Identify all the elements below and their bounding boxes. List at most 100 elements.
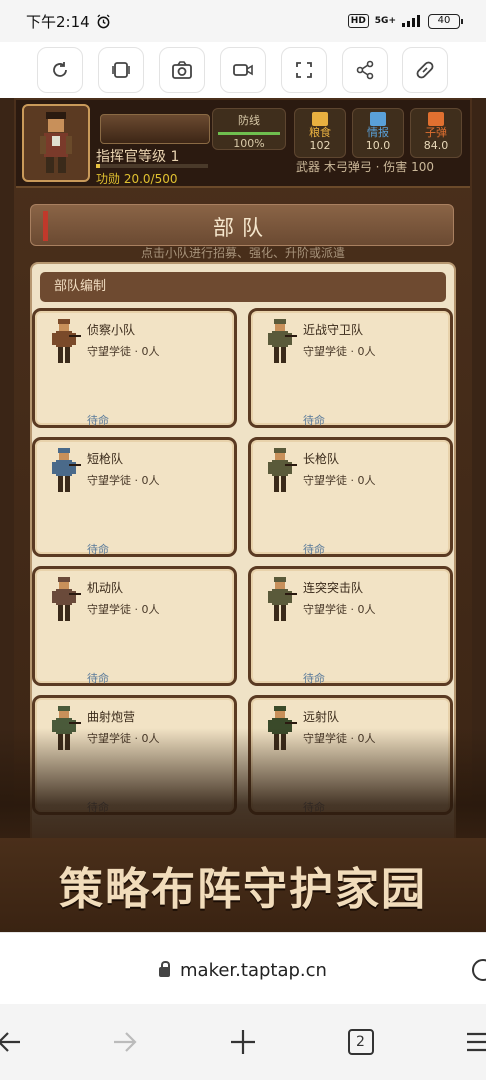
- unit-count: 0人: [357, 345, 376, 358]
- separator-dot: ·: [347, 603, 358, 616]
- share-button[interactable]: [341, 47, 388, 93]
- unit-count: 0人: [357, 603, 376, 616]
- damage-label: 伤害 100: [383, 160, 435, 174]
- resource-label: 粮食: [309, 126, 331, 139]
- unit-status: 待命: [87, 672, 109, 685]
- unit-status: 待命: [87, 414, 109, 427]
- resource-bullets[interactable]: 子弹 84.0: [410, 108, 462, 158]
- merit-progress-bar: [96, 164, 208, 168]
- unit-status: 待命: [87, 543, 109, 556]
- soldier-icon: [268, 448, 297, 492]
- fullscreen-icon: [295, 62, 312, 78]
- unit-name: 近战守卫队: [303, 323, 364, 337]
- promo-slogan: 策略布阵守护家园: [0, 838, 486, 932]
- forward-button[interactable]: [96, 1012, 156, 1072]
- panel-header: 部队编制: [40, 272, 446, 302]
- defense-box: 防线 100%: [212, 108, 286, 150]
- unit-soldier-type: 守望学徒: [87, 603, 131, 616]
- resource-value: 10.0: [365, 139, 391, 152]
- resource-intel[interactable]: 情报 10.0: [352, 108, 404, 158]
- share-icon: [356, 60, 373, 80]
- forward-arrow-icon: [113, 1032, 137, 1052]
- mini-app-toolbar: [0, 42, 486, 98]
- bullet-icon: [428, 112, 444, 126]
- tabs-button[interactable]: 2: [331, 1012, 391, 1072]
- fullscreen-button[interactable]: [280, 47, 327, 93]
- top-hud: 指挥官等级 1 功勋 20.0/500 防线 100% 粮食 102 情报 10…: [16, 100, 470, 188]
- soldier-icon: [268, 577, 297, 621]
- soldier-icon: [52, 319, 81, 363]
- unit-count: 0人: [141, 474, 160, 487]
- commander-level: 指挥官等级 1: [96, 149, 180, 165]
- clock: 下午2:14: [26, 12, 90, 31]
- camera-icon: [172, 61, 193, 79]
- network-label: 5G+: [374, 16, 396, 26]
- refresh-icon: [53, 62, 68, 77]
- defense-value: 100%: [233, 137, 265, 150]
- resource-label: 情报: [367, 126, 389, 139]
- refresh-button[interactable]: [37, 47, 84, 93]
- reload-icon[interactable]: [470, 957, 486, 983]
- separator-dot: ·: [131, 603, 142, 616]
- unit-soldier-type: 守望学徒: [87, 345, 131, 358]
- copy-link-button[interactable]: [402, 47, 449, 93]
- screenshot-button[interactable]: [159, 47, 206, 93]
- unit-count: 0人: [357, 474, 376, 487]
- resource-food[interactable]: 粮食 102: [294, 108, 346, 158]
- commander-portrait-icon: [40, 112, 72, 173]
- menu-button[interactable]: [448, 1012, 486, 1072]
- battery-indicator: 40: [428, 13, 463, 29]
- screen-button[interactable]: [98, 47, 145, 93]
- unit-card[interactable]: 近战守卫队 守望学徒 · 0人 待命: [248, 308, 453, 428]
- soldier-icon: [268, 319, 297, 363]
- unit-card[interactable]: 侦察小队 守望学徒 · 0人 待命: [32, 308, 237, 428]
- status-bar: 下午2:14 HD 5G+ 40: [0, 0, 486, 42]
- unit-name: 长枪队: [303, 452, 340, 466]
- unit-roster: 守望学徒 · 0人: [87, 601, 160, 617]
- commander-banner: [100, 114, 210, 144]
- intel-icon: [370, 112, 386, 126]
- unit-roster: 守望学徒 · 0人: [303, 343, 376, 359]
- browser-nav-bar: 2: [0, 1004, 486, 1080]
- resource-value: 84.0: [423, 139, 449, 152]
- back-button[interactable]: [0, 1012, 38, 1072]
- new-tab-button[interactable]: [213, 1012, 273, 1072]
- unit-name: 短枪队: [87, 452, 124, 466]
- separator-dot: ·: [131, 345, 142, 358]
- unit-count: 0人: [141, 345, 160, 358]
- grain-icon: [312, 112, 328, 126]
- unit-count: 0人: [141, 603, 160, 616]
- unit-card[interactable]: 机动队 守望学徒 · 0人 待命: [32, 566, 237, 686]
- url-text: maker.taptap.cn: [180, 959, 327, 981]
- unit-soldier-type: 守望学徒: [303, 603, 347, 616]
- unit-card[interactable]: 连突突击队 守望学徒 · 0人 待命: [248, 566, 453, 686]
- unit-card[interactable]: 短枪队守望学徒 · 0人 待命: [32, 437, 237, 557]
- record-button[interactable]: [219, 47, 266, 93]
- unit-roster: 守望学徒 · 0人: [87, 472, 160, 488]
- resource-value: 102: [309, 139, 331, 152]
- unit-card[interactable]: 长枪队 守望学徒 · 0人 待命: [248, 437, 453, 557]
- separator-dot: ·: [131, 474, 142, 487]
- unit-roster: 守望学徒 · 0人: [303, 601, 376, 617]
- section-title: 部队: [213, 216, 271, 240]
- unit-name: 侦察小队: [87, 323, 136, 337]
- lock-icon: [159, 961, 171, 977]
- unit-soldier-type: 守望学徒: [303, 474, 347, 487]
- section-title-bar: 部队: [30, 204, 454, 246]
- commander-avatar[interactable]: [22, 104, 90, 182]
- back-arrow-icon: [0, 1032, 20, 1052]
- separator-dot: ·: [347, 345, 358, 358]
- unit-soldier-type: 守望学徒: [303, 345, 347, 358]
- unit-roster: 守望学徒 · 0人: [87, 343, 160, 359]
- unit-name: 曲射炮营: [87, 710, 136, 724]
- section-hint: 点击小队进行招募、强化、升阶或派遣: [140, 246, 345, 260]
- address-bar[interactable]: maker.taptap.cn: [0, 932, 486, 1004]
- signal-icon: [402, 15, 420, 27]
- game-viewport: 指挥官等级 1 功勋 20.0/500 防线 100% 粮食 102 情报 10…: [0, 98, 486, 932]
- unit-status: 待命: [303, 543, 325, 556]
- video-icon: [233, 64, 253, 76]
- unit-name: 机动队: [87, 581, 124, 595]
- link-icon: [417, 61, 434, 79]
- defense-label: 防线: [238, 114, 260, 127]
- hd-badge: HD: [347, 14, 369, 28]
